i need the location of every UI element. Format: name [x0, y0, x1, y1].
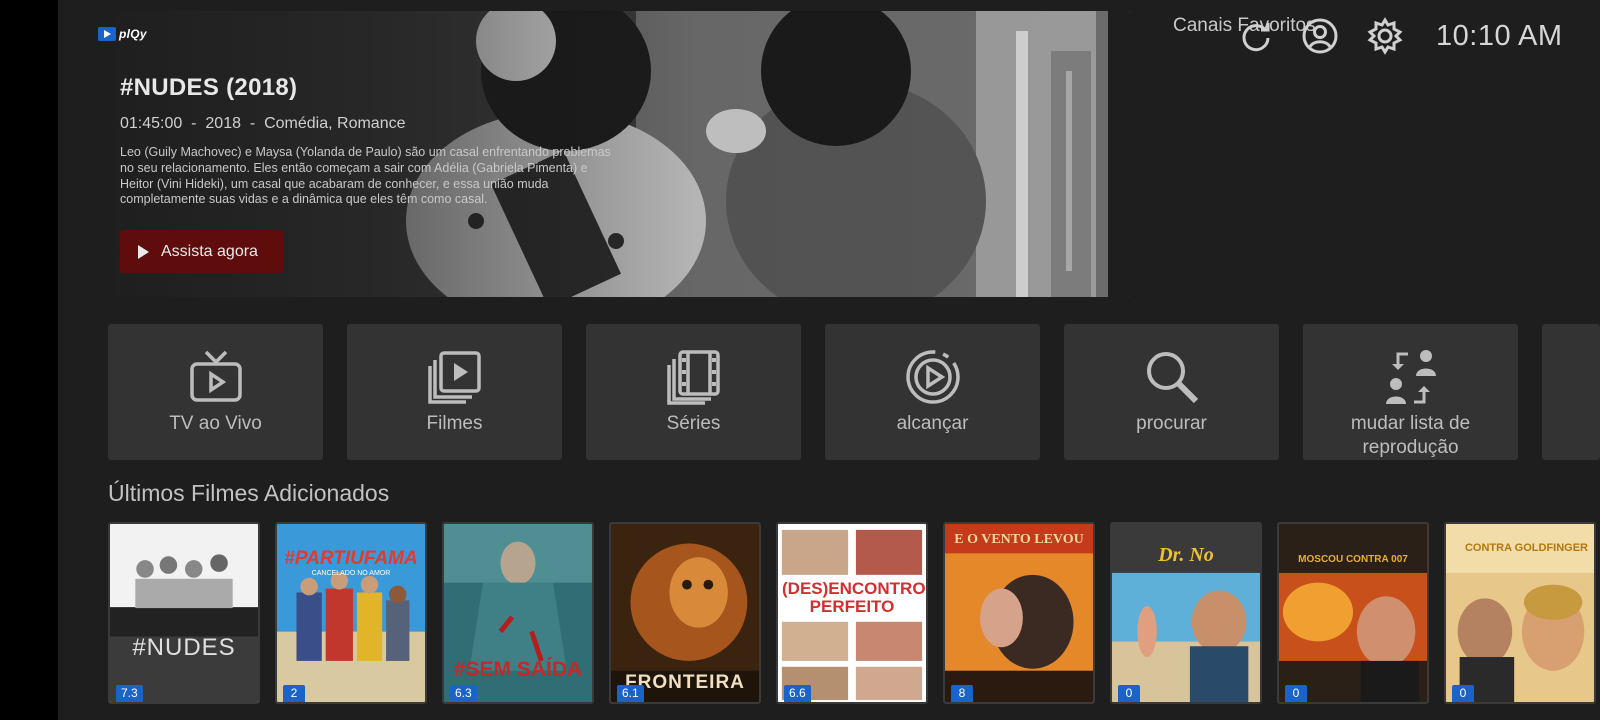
movie-poster[interactable]: #SEM SAÍDA 6.3 — [442, 522, 594, 704]
poster-image — [1279, 524, 1427, 702]
poster-title: #SEM SAÍDA — [453, 658, 583, 681]
play-icon — [138, 244, 149, 259]
rating-badge: 6.1 — [617, 685, 644, 702]
rating-badge: 0 — [1285, 685, 1307, 702]
poster-title: #NUDES — [132, 634, 236, 661]
featured-banner[interactable]: plQy #NUDES (2018) 01:45:00 - 2018 - Com… — [96, 11, 1130, 297]
tile-label: Filmes — [426, 413, 483, 434]
movie-poster[interactable]: MOSCOU CONTRA 007 0 — [1277, 522, 1429, 704]
tile-search[interactable]: procurar — [1064, 324, 1279, 460]
tile-label: alcançar — [896, 413, 969, 434]
replay-icon — [905, 350, 960, 404]
tile-label: TV ao Vivo — [169, 413, 262, 434]
film-play-icon — [427, 351, 481, 404]
watch-now-label: Assista agora — [161, 242, 258, 260]
play-logo-icon — [98, 27, 116, 41]
poster-title: MOSCOU CONTRA 007 — [1298, 554, 1408, 565]
rating-badge: 6.3 — [450, 685, 477, 702]
poster-title: E O VENTO LEVOU — [954, 532, 1084, 547]
poster-title: CONTRA GOLDFINGER — [1464, 542, 1588, 554]
tile-label: mudar lista de reprodução — [1350, 413, 1471, 458]
poster-title: Dr. No — [1158, 544, 1214, 566]
brand-name: plQy — [119, 27, 147, 41]
clock: 10:10 AM — [1436, 20, 1563, 52]
poster-title: #PARTIUFAMA — [284, 548, 418, 569]
movie-poster[interactable]: (DES)ENCONTRO PERFEITO 6.6 — [776, 522, 928, 704]
tv-icon — [189, 350, 242, 402]
movie-poster[interactable]: E O VENTO LEVOU 8 — [943, 522, 1095, 704]
tile-label: Séries — [666, 413, 721, 434]
rating-badge: 0 — [1118, 685, 1140, 702]
tile-live-tv[interactable]: TV ao Vivo — [108, 324, 323, 460]
rating-badge: 7.3 — [116, 685, 143, 702]
left-edge-strip — [0, 0, 58, 720]
tile-catchup[interactable]: alcançar — [825, 324, 1040, 460]
featured-meta: 01:45:00 - 2018 - Comédia, Romance — [120, 115, 406, 132]
tile-switch-playlist[interactable]: mudar lista de reprodução — [1303, 324, 1518, 460]
featured-description: Leo (Guily Machovec) e Maysa (Yolanda de… — [120, 145, 611, 207]
rating-badge: 6.6 — [784, 685, 811, 702]
poster-subtitle: CANCELADO NO AMOR — [311, 570, 391, 577]
rating-badge: 0 — [1452, 685, 1474, 702]
tile-label: procurar — [1136, 413, 1207, 434]
movie-poster[interactable]: FRONTEIRA 6.1 — [609, 522, 761, 704]
rating-badge: 2 — [283, 685, 305, 702]
poster-title: (DES)ENCONTRO PERFEITO — [778, 580, 926, 616]
movie-poster[interactable]: #PARTIUFAMA CANCELADO NO AMOR 2 — [275, 522, 427, 704]
gear-icon[interactable] — [1365, 16, 1405, 56]
film-strip-icon — [666, 350, 720, 405]
movie-poster[interactable]: Dr. No 0 — [1110, 522, 1262, 704]
movie-poster[interactable]: CONTRA GOLDFINGER 0 — [1444, 522, 1596, 704]
featured-title: #NUDES (2018) — [120, 74, 298, 101]
tile-partial-next[interactable] — [1542, 324, 1600, 460]
poster-image — [110, 524, 258, 702]
watch-now-button[interactable]: Assista agora — [120, 230, 283, 273]
tile-movies[interactable]: Filmes — [347, 324, 562, 460]
rating-badge: 8 — [951, 685, 973, 702]
switch-users-icon — [1385, 350, 1436, 404]
search-icon — [1146, 352, 1198, 404]
banner-edge — [1108, 11, 1130, 297]
tile-series[interactable]: Séries — [586, 324, 801, 460]
poster-image — [945, 524, 1093, 702]
user-profile-icon[interactable] — [1300, 16, 1340, 56]
movie-poster[interactable]: #NUDES 7.3 — [108, 522, 260, 704]
section-title: Últimos Filmes Adicionados — [108, 480, 390, 506]
refresh-icon[interactable] — [1236, 16, 1276, 56]
brand-logo: plQy — [98, 27, 147, 41]
